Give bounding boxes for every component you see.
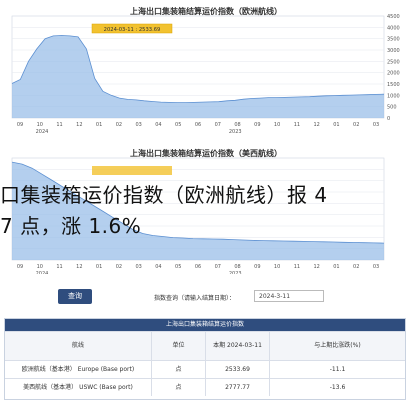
- x-tick-label: 01: [333, 122, 339, 128]
- y-tick-label: 1000: [387, 93, 400, 99]
- y-tick-label: 0: [387, 116, 390, 122]
- x-tick-label: 05: [175, 122, 181, 128]
- x-tick-label: 01: [333, 264, 339, 270]
- x-tick-label: 01: [96, 122, 102, 128]
- x-tick-label: 11: [56, 264, 62, 270]
- x-tick-label: 12: [313, 264, 319, 270]
- x-tick-label: 02: [116, 122, 122, 128]
- x-tick-label: 10: [37, 122, 43, 128]
- y-tick-label: 3500: [387, 37, 400, 43]
- x-tick-label: 11: [294, 122, 300, 128]
- x-tick-label: 03: [373, 264, 379, 270]
- table-header-change: 与上期比涨跌(%): [269, 332, 405, 360]
- x-tick-label: 02: [116, 264, 122, 270]
- table-cell: -13.6: [269, 379, 405, 396]
- query-label: 指数查询（请输入结算日期）：: [154, 295, 236, 302]
- x-tick-label: 06: [195, 122, 201, 128]
- y-tick-label: 500: [387, 105, 397, 111]
- table-cell: 点: [151, 361, 205, 378]
- headline-line-1: 口集装箱运价指数（欧洲航线）报 4: [0, 183, 328, 207]
- x-tick-label: 02: [353, 122, 359, 128]
- x-tick-label: 11: [56, 122, 62, 128]
- table-cell: 点: [151, 379, 205, 396]
- x-tick-label: 11: [294, 264, 300, 270]
- query-bar: 查询 指数查询（请输入结算日期）： 2024-3-11: [0, 289, 412, 307]
- table-cell: 2533.69: [205, 361, 269, 378]
- y-tick-label: 2500: [387, 59, 400, 65]
- headline-line-2: 7 点，涨 1.6%: [0, 214, 142, 238]
- x-tick-label: 03: [135, 264, 141, 270]
- tooltip-label: 2024-03-11 : 2533.69: [104, 27, 161, 33]
- headline-overlay: 口集装箱运价指数（欧洲航线）报 4 7 点，涨 1.6%: [0, 180, 412, 242]
- query-button[interactable]: 查询: [58, 289, 92, 304]
- x-year-label: 2024: [36, 271, 49, 274]
- y-tick-label: 1500: [387, 82, 400, 88]
- x-year-label: 2023: [229, 129, 242, 134]
- x-tick-label: 12: [76, 264, 82, 270]
- x-tick-label: 12: [313, 122, 319, 128]
- tooltip-box: [92, 166, 172, 175]
- x-year-label: 2023: [229, 271, 242, 274]
- x-tick-label: 02: [353, 264, 359, 270]
- table-cell: 2777.77: [205, 379, 269, 396]
- x-tick-label: 10: [274, 264, 280, 270]
- x-tick-label: 03: [135, 122, 141, 128]
- x-tick-label: 09: [254, 122, 260, 128]
- y-tick-label: 2000: [387, 71, 400, 77]
- x-tick-label: 08: [234, 122, 240, 128]
- chart-europe: 09 10 11 12 01 02 03 04 05 06 07 08 09 10 11 12 01 02 03 45…: [11, 14, 400, 134]
- x-tick-label: 10: [37, 264, 43, 270]
- x-tick-label: 12: [76, 122, 82, 128]
- table-title: 上海出口集装箱结算运价指数: [5, 319, 405, 331]
- x-tick-label: 07: [215, 122, 221, 128]
- x-tick-label: 07: [215, 264, 221, 270]
- x-tick-label: 04: [155, 264, 161, 270]
- x-tick-label: 04: [155, 122, 161, 128]
- table-header-route: 航线: [71, 342, 84, 349]
- table-cell: 美西航线（基本港） USWC (Base port): [23, 383, 133, 391]
- chart-panel-europe: 上海出口集装箱结算运价指数（欧洲航线） 09 10 11 12 01 02 03 04 05 06…: [0, 0, 412, 134]
- x-tick-label: 08: [234, 264, 240, 270]
- x-year-label: 2024: [36, 129, 49, 134]
- x-tick-label: 09: [17, 264, 23, 270]
- x-tick-label: 03: [373, 122, 379, 128]
- date-input[interactable]: 2024-3-11: [254, 290, 324, 302]
- table-row: 美西航线（基本港） USWC (Base port) 点 2777.77 -13…: [5, 378, 405, 396]
- y-tick-label: 4500: [387, 14, 400, 20]
- x-tick-label: 09: [254, 264, 260, 270]
- table-cell: -11.1: [269, 361, 405, 378]
- table-row: 欧洲航线（基本港） Europe (Base port) 点 2533.69 -…: [5, 360, 405, 378]
- table-header-row: 航线 单位 本期 2024-03-11 与上期比涨跌(%): [5, 331, 405, 360]
- table-cell: 欧洲航线（基本港） Europe (Base port): [21, 365, 135, 373]
- x-tick-label: 01: [96, 264, 102, 270]
- x-tick-label: 06: [195, 264, 201, 270]
- x-tick-label: 05: [175, 264, 181, 270]
- y-tick-label: 3000: [387, 48, 400, 54]
- table-header-current: 本期 2024-03-11: [205, 332, 269, 360]
- table-header-unit: 单位: [151, 332, 205, 360]
- x-tick-label: 10: [274, 122, 280, 128]
- x-tick-label: 09: [17, 122, 23, 128]
- index-table: 上海出口集装箱结算运价指数 航线 单位 本期 2024-03-11 与上期比涨跌…: [4, 318, 406, 400]
- y-tick-label: 4000: [387, 25, 400, 31]
